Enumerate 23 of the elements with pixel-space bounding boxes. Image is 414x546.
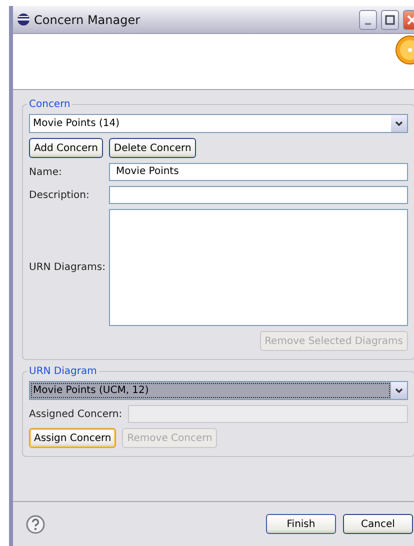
help-icon[interactable] bbox=[26, 514, 45, 534]
diagram-list[interactable] bbox=[109, 209, 408, 326]
button[interactable]: Finish bbox=[266, 514, 336, 534]
chevron-down-icon bbox=[395, 120, 403, 126]
chevron-down-icon bbox=[395, 388, 403, 394]
button[interactable]: Add Concern bbox=[29, 138, 103, 158]
maximize-icon bbox=[385, 14, 395, 24]
assigned-concern-label: Assigned Concern: bbox=[29, 408, 122, 420]
button[interactable]: Delete Concern bbox=[108, 138, 196, 158]
window-title: Concern Manager bbox=[34, 12, 142, 26]
description-label: Description: bbox=[29, 190, 90, 200]
description-field[interactable] bbox=[109, 186, 408, 204]
maximize-button[interactable] bbox=[381, 10, 399, 30]
urn-diagrams-label: URN Diagrams: bbox=[29, 262, 103, 273]
group-title: URN Diagram bbox=[28, 366, 98, 377]
group-title: Concern bbox=[28, 99, 72, 110]
close-icon bbox=[407, 14, 414, 24]
minimize-icon bbox=[365, 22, 371, 24]
name-label: Name: bbox=[29, 166, 63, 178]
button[interactable]: Cancel bbox=[343, 514, 413, 534]
name-field[interactable]: Movie Points bbox=[109, 163, 408, 181]
globe-icon bbox=[17, 13, 30, 26]
button[interactable]: Assign Concern bbox=[29, 428, 116, 448]
